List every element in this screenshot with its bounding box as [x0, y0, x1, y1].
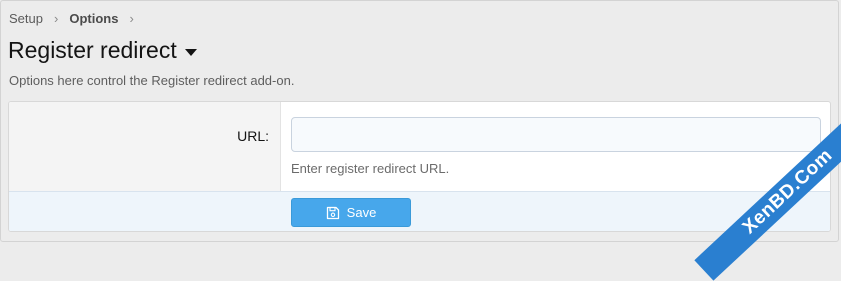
page-description: Options here control the Register redire…: [9, 73, 295, 88]
save-button[interactable]: Save: [291, 198, 411, 227]
url-input[interactable]: [291, 117, 821, 152]
breadcrumb-separator-icon: ›: [129, 11, 134, 26]
breadcrumb-separator-icon: ›: [53, 11, 59, 26]
submit-row: Save: [9, 191, 830, 231]
breadcrumb-item-options[interactable]: Options: [69, 11, 118, 26]
url-hint: Enter register redirect URL.: [291, 161, 450, 176]
floppy-disk-icon: [326, 206, 339, 219]
save-button-label: Save: [346, 205, 377, 220]
label-column: URL:: [9, 102, 281, 191]
options-form: URL: Enter register redirect URL. Save: [8, 101, 831, 232]
page-title: Register redirect: [8, 37, 177, 63]
caret-down-icon[interactable]: [184, 48, 197, 56]
title-row[interactable]: Register redirect: [8, 37, 197, 64]
breadcrumb: Setup › Options ›: [9, 11, 145, 26]
breadcrumb-item-setup[interactable]: Setup: [9, 11, 43, 26]
url-label: URL:: [237, 128, 269, 144]
